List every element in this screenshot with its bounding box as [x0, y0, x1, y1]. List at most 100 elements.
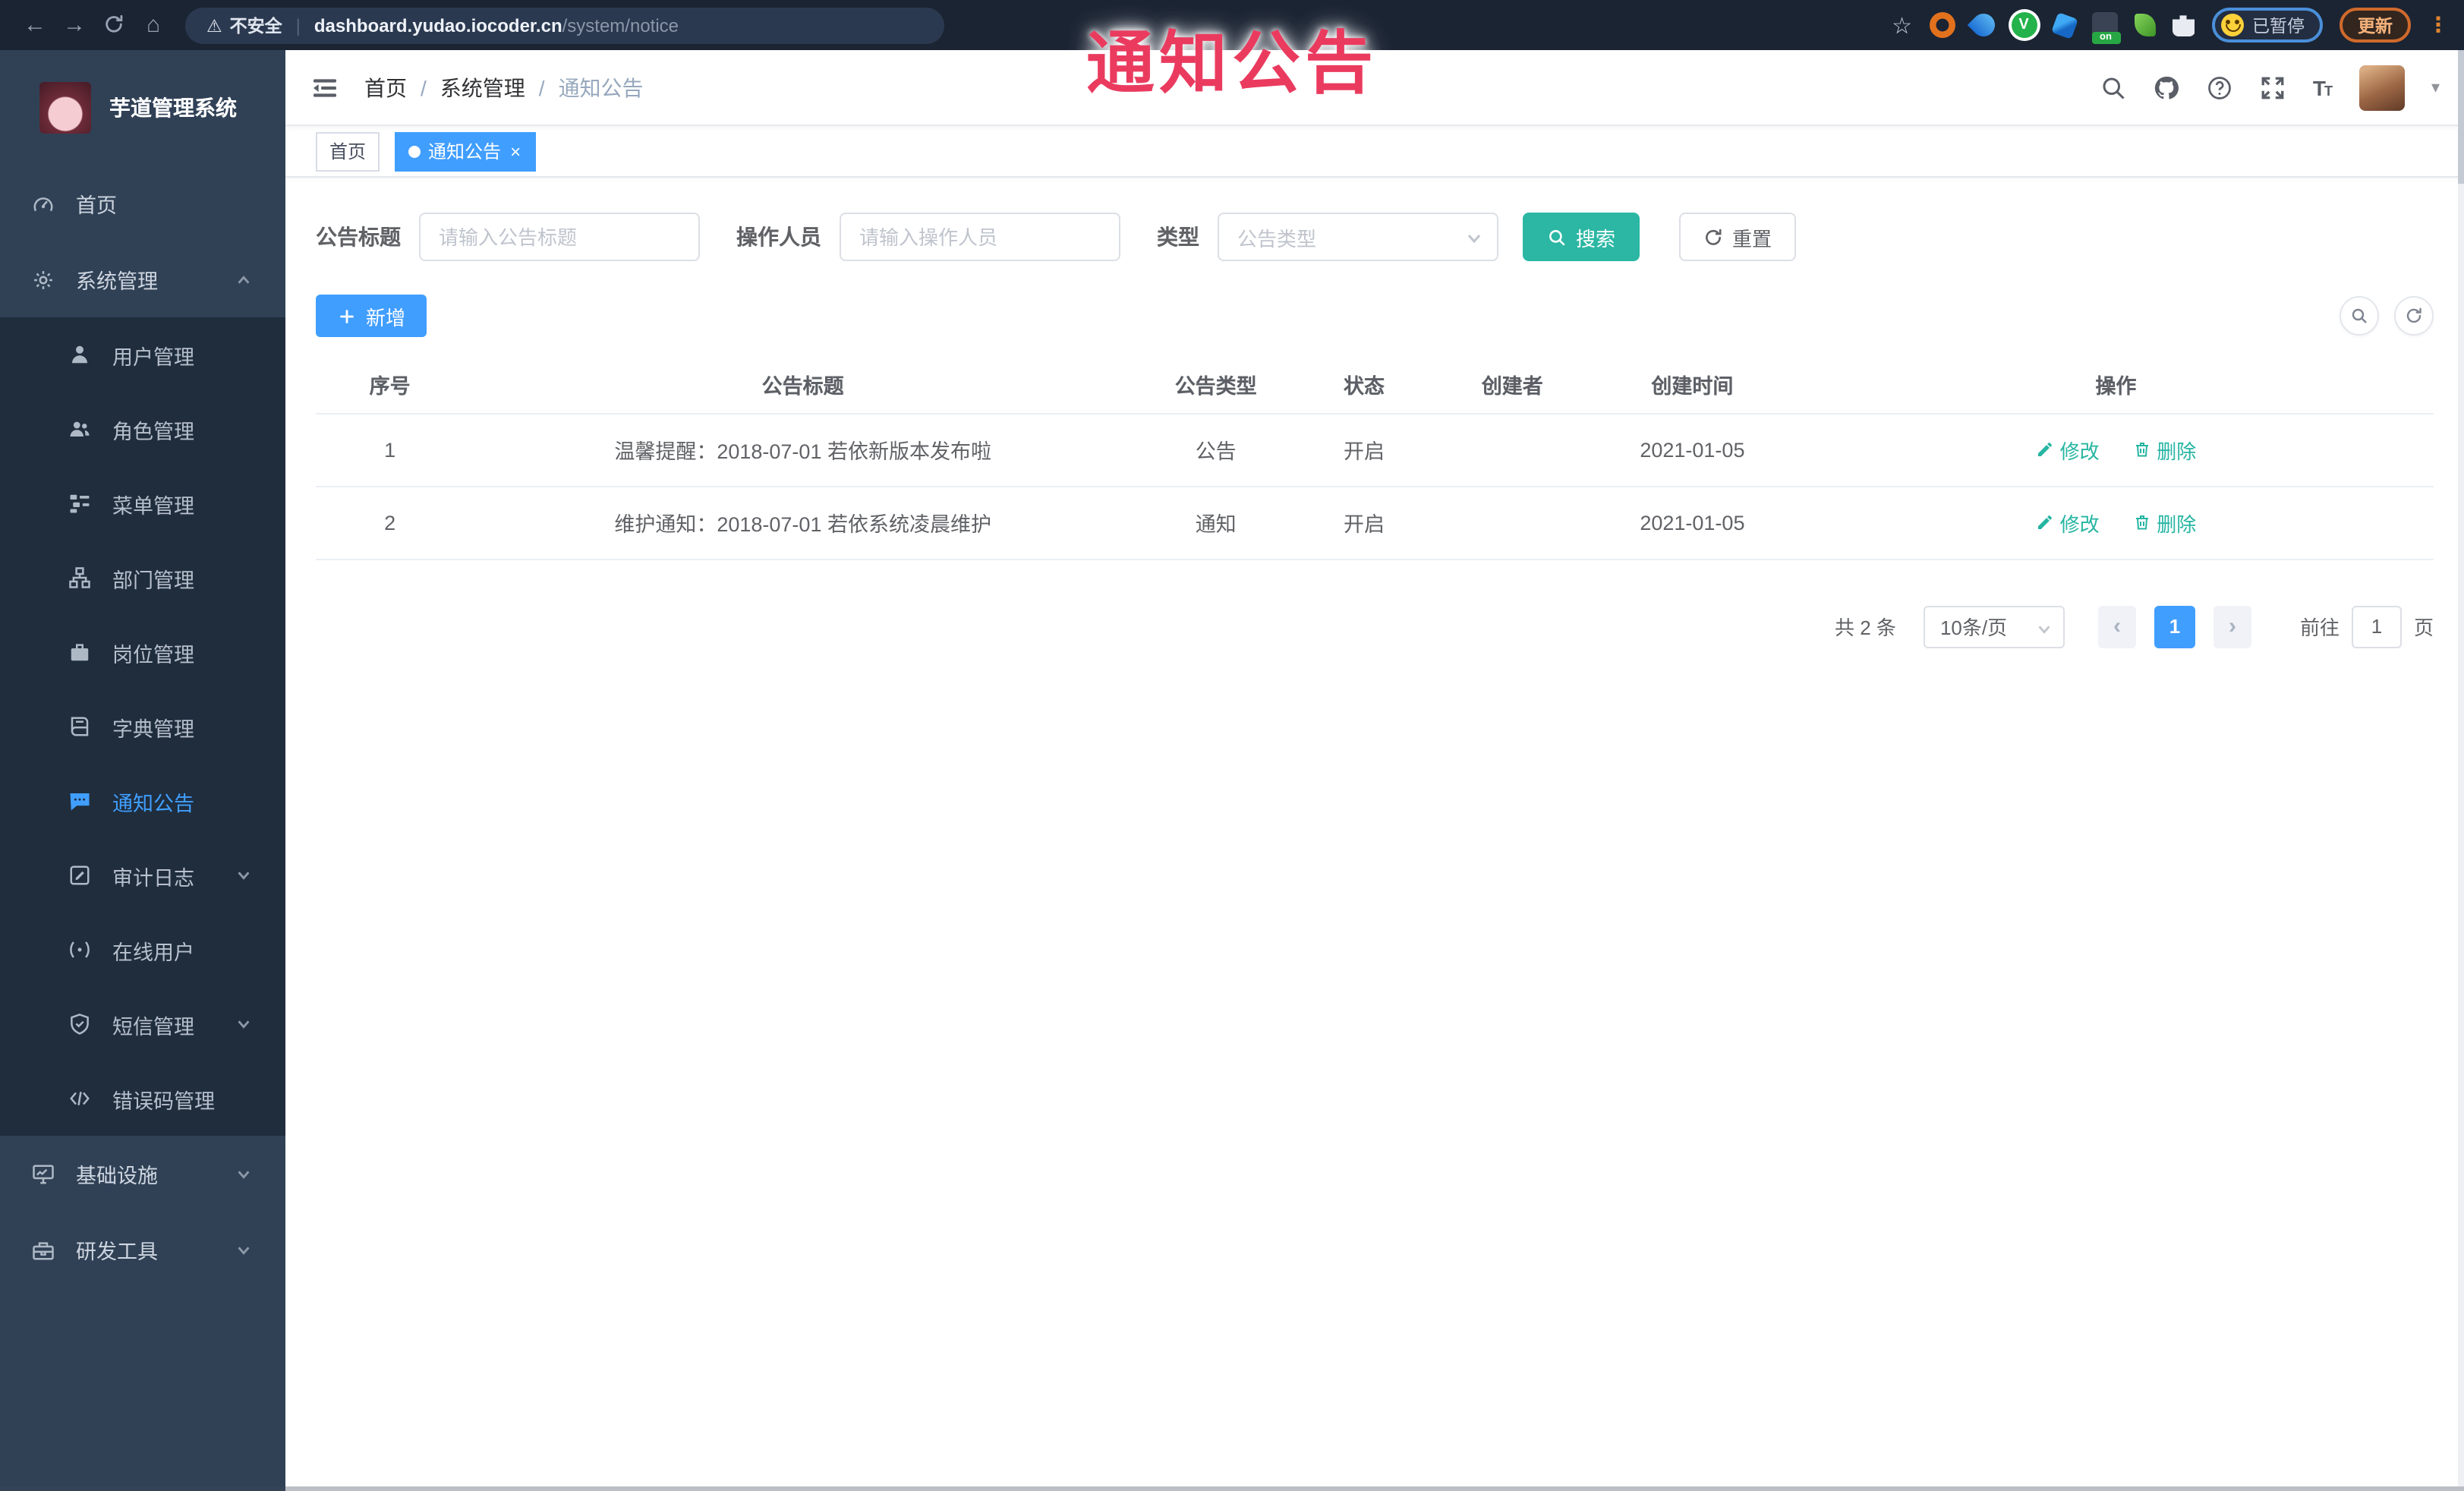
main-area: 首页 / 系统管理 / 通知公告 TT ▾ 首页 通知公告 × 公告标题 请输入… — [285, 50, 2464, 1491]
tag-home[interactable]: 首页 — [316, 131, 380, 171]
breadcrumb-home[interactable]: 首页 — [364, 72, 407, 102]
sidebar-item-label: 通知公告 — [112, 792, 194, 815]
not-secure-warning[interactable]: ⚠ 不安全 — [206, 13, 282, 37]
browser-chrome: ← → ⌂ ⚠ 不安全 | dashboard.yudao.iocoder.cn… — [0, 0, 2464, 50]
chrome-update-button[interactable]: 更新 — [2340, 8, 2411, 43]
help-icon[interactable] — [2207, 74, 2234, 101]
filter-form: 公告标题 操作人员 类型 公告类型 — [316, 213, 2434, 261]
sidebar-menu: 首页 系统管理 用户管理 角色管理 菜单管理 部门管理 岗位管理 字典管理 通知… — [0, 165, 285, 1288]
sidebar-item-dept-mgmt[interactable]: 部门管理 — [0, 541, 285, 615]
sidebar-item-role-mgmt[interactable]: 角色管理 — [0, 392, 285, 466]
next-page-button[interactable]: › — [2213, 605, 2251, 648]
browser-back-icon[interactable]: ← — [15, 12, 55, 38]
sidebar-item-post-mgmt[interactable]: 岗位管理 — [0, 615, 285, 689]
cell-status: 开启 — [1290, 486, 1438, 560]
search-icon[interactable] — [2100, 74, 2128, 101]
sidebar-item-home[interactable]: 首页 — [0, 165, 285, 241]
post-icon — [67, 640, 91, 664]
sidebar-item-infrastructure[interactable]: 基础设施 — [0, 1136, 285, 1212]
menu-tree-icon — [67, 491, 91, 515]
breadcrumb-system[interactable]: 系统管理 — [440, 72, 525, 102]
search-button[interactable]: 搜索 — [1523, 213, 1640, 261]
delete-link[interactable]: 删除 — [2132, 435, 2196, 464]
sidebar-item-menu-mgmt[interactable]: 菜单管理 — [0, 466, 285, 541]
browser-toolbar-right: ☆ V on 已暂停 更新 ⋮ — [1892, 8, 2449, 44]
profile-paused-pill[interactable]: 已暂停 — [2211, 8, 2323, 43]
scrollbar-thumb[interactable] — [2458, 50, 2464, 184]
edit-pen-icon — [2037, 443, 2052, 456]
browser-menu-icon[interactable]: ⋮ — [2428, 12, 2449, 38]
prev-page-button[interactable]: ‹ — [2097, 605, 2136, 648]
tag-notice[interactable]: 通知公告 × — [395, 131, 537, 171]
avatar-caret-icon[interactable]: ▾ — [2431, 77, 2440, 97]
goto-page-input[interactable] — [2351, 605, 2402, 648]
sidebar-item-label: 基础设施 — [76, 1165, 158, 1187]
col-no: 序号 — [316, 355, 465, 414]
pagination-total: 共 2 条 — [1835, 616, 1896, 639]
sidebar-item-system[interactable]: 系统管理 — [0, 241, 285, 317]
sidebar-item-sms-mgmt[interactable]: 短信管理 — [0, 987, 285, 1061]
search-button-label: 搜索 — [1576, 227, 1616, 250]
extension-blue-gem-icon[interactable] — [2050, 11, 2078, 39]
extension-green-leaf-icon[interactable] — [2134, 14, 2155, 36]
reset-button[interactable]: 重置 — [1679, 213, 1797, 261]
close-icon[interactable]: × — [509, 142, 522, 160]
browser-home-icon[interactable]: ⌂ — [134, 12, 173, 38]
table-row: 1 温馨提醒：2018-07-01 若依新版本发布啦 公告 开启 2021-01… — [316, 413, 2434, 487]
sidebar-item-notice[interactable]: 通知公告 — [0, 764, 285, 838]
bookmark-star-icon[interactable]: ☆ — [1892, 11, 1912, 39]
devtools-icon — [30, 1237, 55, 1262]
sidebar-item-online-users[interactable]: 在线用户 — [0, 913, 285, 987]
browser-forward-icon[interactable]: → — [55, 12, 94, 38]
edit-link[interactable]: 修改 — [2036, 435, 2100, 464]
user-avatar[interactable] — [2359, 65, 2406, 110]
address-bar[interactable]: ⚠ 不安全 | dashboard.yudao.iocoder.cn/syste… — [185, 7, 944, 43]
sidebar-item-dict-mgmt[interactable]: 字典管理 — [0, 689, 285, 764]
sidebar-item-label: 在线用户 — [112, 941, 194, 963]
refresh-table-button[interactable] — [2394, 296, 2434, 336]
page-size-select[interactable]: 10条/页 — [1923, 605, 2065, 648]
refresh-icon — [1706, 228, 1722, 244]
cell-title: 温馨提醒：2018-07-01 若依新版本发布啦 — [464, 413, 1142, 487]
sidebar-item-label: 角色管理 — [112, 420, 194, 443]
profile-emoji-icon — [2220, 14, 2243, 36]
browser-reload-icon[interactable] — [94, 12, 134, 38]
operator-input[interactable] — [840, 213, 1120, 261]
sidebar-item-user-mgmt[interactable]: 用户管理 — [0, 317, 285, 392]
cell-actions: 修改 删除 — [1798, 413, 2434, 487]
org-tree-icon — [67, 566, 91, 590]
extension-blue-drop-icon[interactable] — [1966, 8, 1999, 42]
delete-link[interactable]: 删除 — [2132, 508, 2196, 537]
infra-icon — [30, 1162, 55, 1186]
add-button-label: 新增 — [366, 306, 406, 329]
extension-orange-ring-icon[interactable] — [1929, 12, 1955, 38]
filter-title-group: 公告标题 — [316, 213, 700, 261]
edit-link[interactable]: 修改 — [2036, 508, 2100, 537]
cell-no: 2 — [316, 486, 465, 560]
extension-green-v-icon[interactable]: V — [2011, 12, 2037, 38]
sidebar-item-label: 首页 — [76, 194, 117, 217]
user-icon — [67, 342, 91, 367]
toggle-search-button[interactable] — [2340, 296, 2379, 336]
sidebar-item-audit-log[interactable]: 审计日志 — [0, 838, 285, 913]
github-icon[interactable] — [2154, 74, 2181, 101]
edit-link-label: 修改 — [2059, 440, 2100, 462]
online-user-icon — [67, 938, 91, 962]
window-scrollbar[interactable] — [2458, 50, 2464, 1486]
extensions-puzzle-icon[interactable] — [2172, 15, 2195, 36]
extension-switch-icon[interactable]: on — [2091, 12, 2120, 44]
font-size-icon[interactable]: TT — [2313, 75, 2333, 99]
sidebar-item-label: 菜单管理 — [112, 494, 194, 517]
hamburger-icon[interactable] — [310, 72, 340, 102]
refresh-icon — [2406, 307, 2421, 323]
notice-title-input[interactable] — [419, 213, 700, 261]
add-button[interactable]: 新增 — [316, 295, 427, 337]
page-number-1[interactable]: 1 — [2154, 605, 2195, 648]
fullscreen-icon[interactable] — [2260, 74, 2287, 101]
app-logo[interactable]: 芋道管理系统 — [0, 50, 285, 165]
chevron-down-icon — [235, 867, 252, 884]
sidebar-item-error-code[interactable]: 错误码管理 — [0, 1061, 285, 1136]
notice-type-select[interactable]: 公告类型 — [1218, 213, 1498, 261]
cell-create-time: 2021-01-05 — [1586, 413, 1798, 487]
sidebar-item-dev-tools[interactable]: 研发工具 — [0, 1212, 285, 1288]
